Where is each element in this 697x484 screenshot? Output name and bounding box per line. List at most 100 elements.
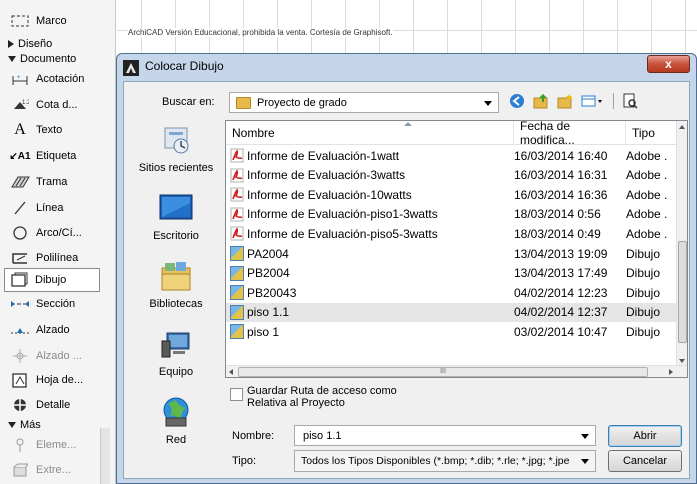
file-row[interactable]: Informe de Evaluación-10watts 16/03/2014 …: [226, 185, 678, 204]
place-libraries[interactable]: Bibliotecas: [129, 256, 223, 328]
back-icon[interactable]: [509, 93, 525, 109]
filename-combobox[interactable]: piso 1.1: [294, 425, 596, 446]
tool-elevation[interactable]: Alzado: [0, 318, 112, 342]
column-header-type[interactable]: Tipo: [626, 121, 678, 145]
tool-arc[interactable]: Arco/Cí...: [0, 221, 112, 245]
dialog-client-area: Buscar en: Proyecto de grado Sitios reci…: [123, 81, 690, 479]
group-documento[interactable]: Documento: [8, 53, 76, 65]
scroll-up-icon[interactable]: [679, 125, 685, 129]
file-name-cell: Informe de Evaluación-piso5-3watts: [230, 224, 514, 243]
file-row[interactable]: Informe de Evaluación-piso5-3watts 18/03/…: [226, 224, 678, 243]
tool-label: Extre...: [36, 464, 71, 476]
tool-label: Eleme...: [36, 439, 77, 451]
file-row[interactable]: Informe de Evaluación-3watts 16/03/2014 1…: [226, 166, 678, 185]
place-network[interactable]: Red: [129, 392, 223, 464]
place-computer[interactable]: Equipo: [129, 324, 223, 396]
column-label: Tipo: [632, 126, 655, 140]
tool-dimension[interactable]: + Acotación: [0, 67, 112, 91]
chevron-down-icon[interactable]: [581, 434, 589, 439]
tool-extra[interactable]: Extre...: [0, 458, 96, 482]
tool-level-dimension[interactable]: 1.2 Cota d...: [0, 93, 112, 117]
toolbar-separator: [613, 93, 614, 109]
file-type: Dibujo: [626, 246, 661, 261]
horizontal-scroll-thumb[interactable]: III: [238, 367, 648, 377]
file-row[interactable]: piso 1.1 04/02/2014 12:37 Dibujo: [226, 302, 678, 322]
lookin-dropdown[interactable]: Proyecto de grado: [229, 92, 499, 113]
chevron-down-icon[interactable]: [581, 459, 589, 464]
place-recent[interactable]: Sitios recientes: [129, 120, 223, 192]
place-drawing-dialog: Colocar Dibujo x Buscar en: Proyecto de …: [116, 53, 697, 484]
toolbox-scrollbar[interactable]: [100, 428, 110, 484]
file-type: Dibujo: [626, 266, 661, 281]
toolbox-panel: Marco Diseño Documento + Acotación 1.2 C…: [0, 0, 116, 484]
file-row[interactable]: PB20043 04/02/2014 12:23 Dibujo: [226, 283, 678, 302]
drawing-file-icon: [230, 285, 244, 301]
tool-label-tool[interactable]: ↙A1 Etiqueta: [0, 144, 112, 168]
interior-elevation-icon: [10, 348, 30, 364]
file-row[interactable]: PB2004 13/04/2013 17:49 Dibujo: [226, 264, 678, 283]
new-folder-icon[interactable]: [557, 93, 573, 109]
preview-icon[interactable]: [622, 93, 638, 109]
tool-worksheet[interactable]: Hoja de...: [0, 368, 112, 392]
filetype-value: Todos los Tipos Disponibles (*.bmp; *.di…: [301, 455, 570, 467]
file-name: PA2004: [247, 246, 289, 261]
file-row[interactable]: Informe de Evaluación-1watt 16/03/2014 16…: [226, 146, 678, 165]
dialog-title: Colocar Dibujo: [145, 59, 224, 73]
file-row[interactable]: PA2004 13/04/2013 19:09 Dibujo: [226, 244, 678, 263]
filetype-select[interactable]: Todos los Tipos Disponibles (*.bmp; *.di…: [294, 450, 596, 472]
scroll-left-icon[interactable]: [229, 369, 233, 375]
close-button[interactable]: x: [647, 55, 690, 73]
cancel-button[interactable]: Cancelar: [608, 450, 682, 472]
file-row[interactable]: piso 1 03/02/2014 10:47 Dibujo: [226, 322, 678, 341]
elevation-icon: [10, 322, 30, 338]
watermark-text: ArchiCAD Versión Educacional, prohibida …: [128, 28, 393, 37]
arc-icon: [10, 225, 30, 241]
file-list[interactable]: Nombre Fecha de modifica... Tipo Informe…: [225, 120, 688, 378]
file-name: PB2004: [247, 266, 290, 281]
open-button[interactable]: Abrir: [608, 425, 682, 447]
column-header-date[interactable]: Fecha de modifica...: [514, 120, 626, 147]
file-row[interactable]: Informe de Evaluación-piso1-3watts 18/03/…: [226, 205, 678, 224]
scroll-right-icon[interactable]: [669, 369, 673, 375]
tool-fill[interactable]: Trama: [0, 170, 112, 194]
column-header-name[interactable]: Nombre: [226, 121, 514, 145]
tool-drawing[interactable]: Dibujo: [4, 268, 100, 292]
vertical-scrollbar[interactable]: [676, 121, 687, 367]
tool-interior-elevation[interactable]: Alzado ...: [0, 344, 112, 368]
file-type: Adobe .: [626, 187, 668, 202]
group-mas[interactable]: Más: [8, 419, 41, 431]
file-name: Informe de Evaluación-1watt: [247, 148, 400, 163]
tool-element[interactable]: Eleme...: [0, 433, 96, 457]
extra-icon: [10, 462, 30, 478]
up-folder-icon[interactable]: [533, 93, 549, 109]
file-name-cell: Informe de Evaluación-1watt: [230, 146, 514, 165]
tool-text[interactable]: A Texto: [0, 118, 112, 142]
file-date: 04/02/2014 12:23: [514, 285, 608, 300]
tool-polyline[interactable]: Polilínea: [0, 246, 112, 270]
scroll-down-icon[interactable]: [679, 359, 685, 363]
file-date: 16/03/2014 16:31: [514, 168, 608, 183]
tool-section[interactable]: Sección: [0, 292, 112, 316]
file-name: piso 1: [247, 324, 280, 339]
frame-icon: [10, 13, 30, 29]
tool-line[interactable]: Línea: [0, 196, 112, 220]
dialog-titlebar[interactable]: Colocar Dibujo x: [117, 54, 696, 80]
expanded-arrow-icon: [8, 422, 16, 428]
file-name: Informe de Evaluación-3watts: [247, 168, 406, 183]
column-label: Fecha de modifica...: [520, 120, 575, 147]
file-name: Informe de Evaluación-piso5-3watts: [247, 226, 438, 241]
drawing-file-icon: [230, 324, 244, 340]
group-diseno[interactable]: Diseño: [8, 38, 52, 50]
vertical-scroll-thumb[interactable]: [678, 241, 687, 343]
place-desktop[interactable]: Escritorio: [129, 188, 223, 260]
horizontal-scrollbar[interactable]: III: [226, 365, 687, 377]
relative-path-checkbox[interactable]: [230, 388, 243, 401]
dimension-icon: +: [10, 71, 30, 87]
button-label: Cancelar: [622, 455, 668, 467]
line-icon: [10, 200, 30, 216]
view-menu-icon[interactable]: [581, 93, 605, 109]
tool-frame[interactable]: Marco: [0, 9, 112, 33]
tool-detail[interactable]: Detalle: [0, 393, 112, 417]
file-name: PB20043: [247, 285, 297, 300]
file-type: Dibujo: [626, 305, 661, 320]
